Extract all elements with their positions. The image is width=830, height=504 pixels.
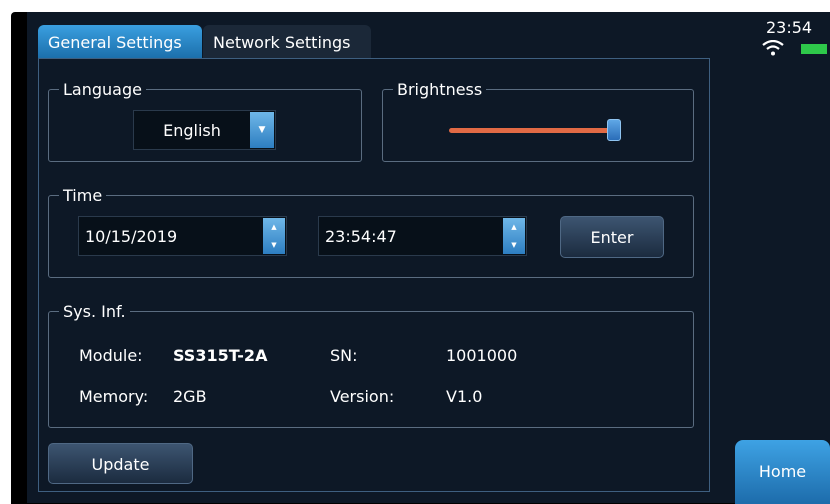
- brightness-slider-track[interactable]: [449, 128, 621, 133]
- memory-value: 2GB: [173, 387, 207, 406]
- time-field[interactable]: 23:54:47 ▲ ▼: [318, 216, 527, 256]
- spinner-down-icon[interactable]: ▼: [263, 236, 285, 254]
- sysinfo-group: Sys. Inf.: [48, 302, 694, 428]
- enter-button[interactable]: Enter: [560, 216, 664, 258]
- status-sidebar: [727, 12, 830, 503]
- memory-label: Memory:: [79, 387, 149, 406]
- language-selected-value: English: [163, 121, 221, 140]
- time-spinner[interactable]: ▲ ▼: [503, 218, 525, 254]
- update-button[interactable]: Update: [48, 443, 193, 484]
- chevron-down-icon[interactable]: ▼: [250, 112, 274, 148]
- version-label: Version:: [330, 387, 395, 406]
- spinner-up-icon[interactable]: ▲: [263, 218, 285, 236]
- home-button[interactable]: Home: [735, 440, 830, 504]
- language-select[interactable]: English ▼: [133, 110, 276, 150]
- sn-value: 1001000: [446, 346, 518, 365]
- sysinfo-legend: Sys. Inf.: [63, 302, 126, 321]
- date-field[interactable]: 10/15/2019 ▲ ▼: [78, 216, 287, 256]
- tab-network-settings[interactable]: Network Settings: [203, 25, 371, 59]
- module-value: SS315T-2A: [173, 346, 268, 365]
- module-label: Module:: [79, 346, 143, 365]
- brightness-slider-thumb[interactable]: [607, 119, 622, 141]
- battery-icon: [801, 44, 827, 54]
- language-legend: Language: [63, 80, 142, 99]
- wifi-icon: [762, 40, 784, 56]
- brightness-group: Brightness: [382, 80, 694, 162]
- status-clock: 23:54: [766, 18, 813, 37]
- sn-label: SN:: [330, 346, 358, 365]
- spinner-up-icon[interactable]: ▲: [503, 218, 525, 236]
- date-spinner[interactable]: ▲ ▼: [263, 218, 285, 254]
- spinner-down-icon[interactable]: ▼: [503, 236, 525, 254]
- version-value: V1.0: [446, 387, 483, 406]
- time-value: 23:54:47: [325, 227, 397, 246]
- tab-general-settings[interactable]: General Settings: [38, 25, 202, 59]
- time-legend: Time: [63, 186, 103, 205]
- brightness-legend: Brightness: [397, 80, 483, 99]
- date-value: 10/15/2019: [85, 227, 178, 246]
